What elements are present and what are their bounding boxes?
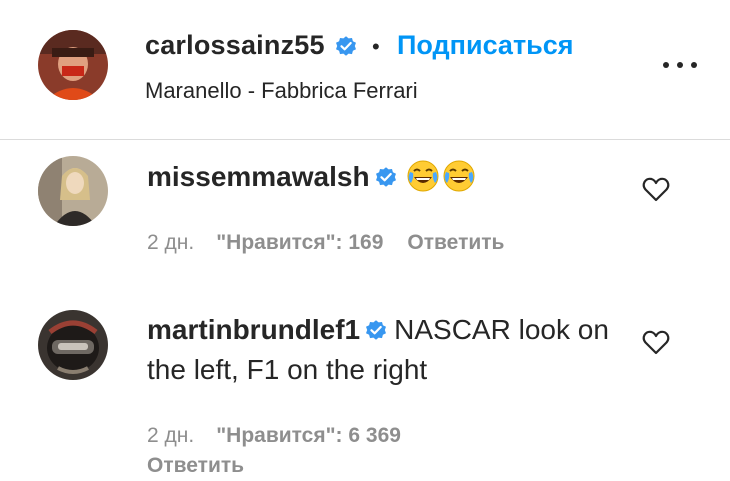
post-location[interactable]: Maranello - Fabbrica Ferrari bbox=[145, 78, 418, 104]
comment-meta: 2 дн. "Нравится": 6 369 bbox=[147, 424, 401, 448]
commenter-username[interactable]: missemmawalsh bbox=[147, 161, 370, 192]
reply-button[interactable]: Ответить bbox=[407, 231, 504, 254]
more-dot bbox=[677, 62, 683, 68]
comment-likes[interactable]: "Нравится": 169 bbox=[216, 231, 383, 254]
commenter-username[interactable]: martinbrundlef1 bbox=[147, 314, 360, 345]
comment-body: missemmawalsh bbox=[147, 157, 617, 197]
heart-icon[interactable] bbox=[642, 176, 670, 202]
comment-likes[interactable]: "Нравится": 6 369 bbox=[216, 424, 401, 447]
more-options-icon[interactable] bbox=[663, 58, 697, 72]
verified-icon bbox=[375, 167, 396, 187]
more-dot bbox=[663, 62, 669, 68]
verified-icon bbox=[366, 320, 387, 340]
comment-meta: 2 дн. "Нравится": 169 Ответить bbox=[147, 231, 504, 255]
comment-time[interactable]: 2 дн. bbox=[147, 231, 194, 254]
owner-avatar[interactable] bbox=[38, 30, 108, 100]
owner-username[interactable]: carlossainz55 bbox=[145, 30, 325, 61]
verified-icon bbox=[336, 36, 356, 56]
follow-button[interactable]: Подписаться bbox=[397, 30, 574, 61]
heart-icon[interactable] bbox=[642, 329, 670, 355]
face-with-tears-of-joy-emoji bbox=[443, 160, 475, 192]
comment-time[interactable]: 2 дн. bbox=[147, 424, 194, 447]
reply-button[interactable]: Ответить bbox=[147, 454, 244, 478]
face-with-tears-of-joy-emoji bbox=[407, 160, 439, 192]
commenter-avatar[interactable] bbox=[38, 310, 108, 380]
separator-dot: • bbox=[372, 34, 380, 59]
comment-body: martinbrundlef1 NASCAR look on the left,… bbox=[147, 310, 617, 390]
commenter-avatar[interactable] bbox=[38, 156, 108, 226]
more-dot bbox=[691, 62, 697, 68]
post-header: carlossainz55 • Подписаться Maranello - … bbox=[0, 0, 730, 140]
